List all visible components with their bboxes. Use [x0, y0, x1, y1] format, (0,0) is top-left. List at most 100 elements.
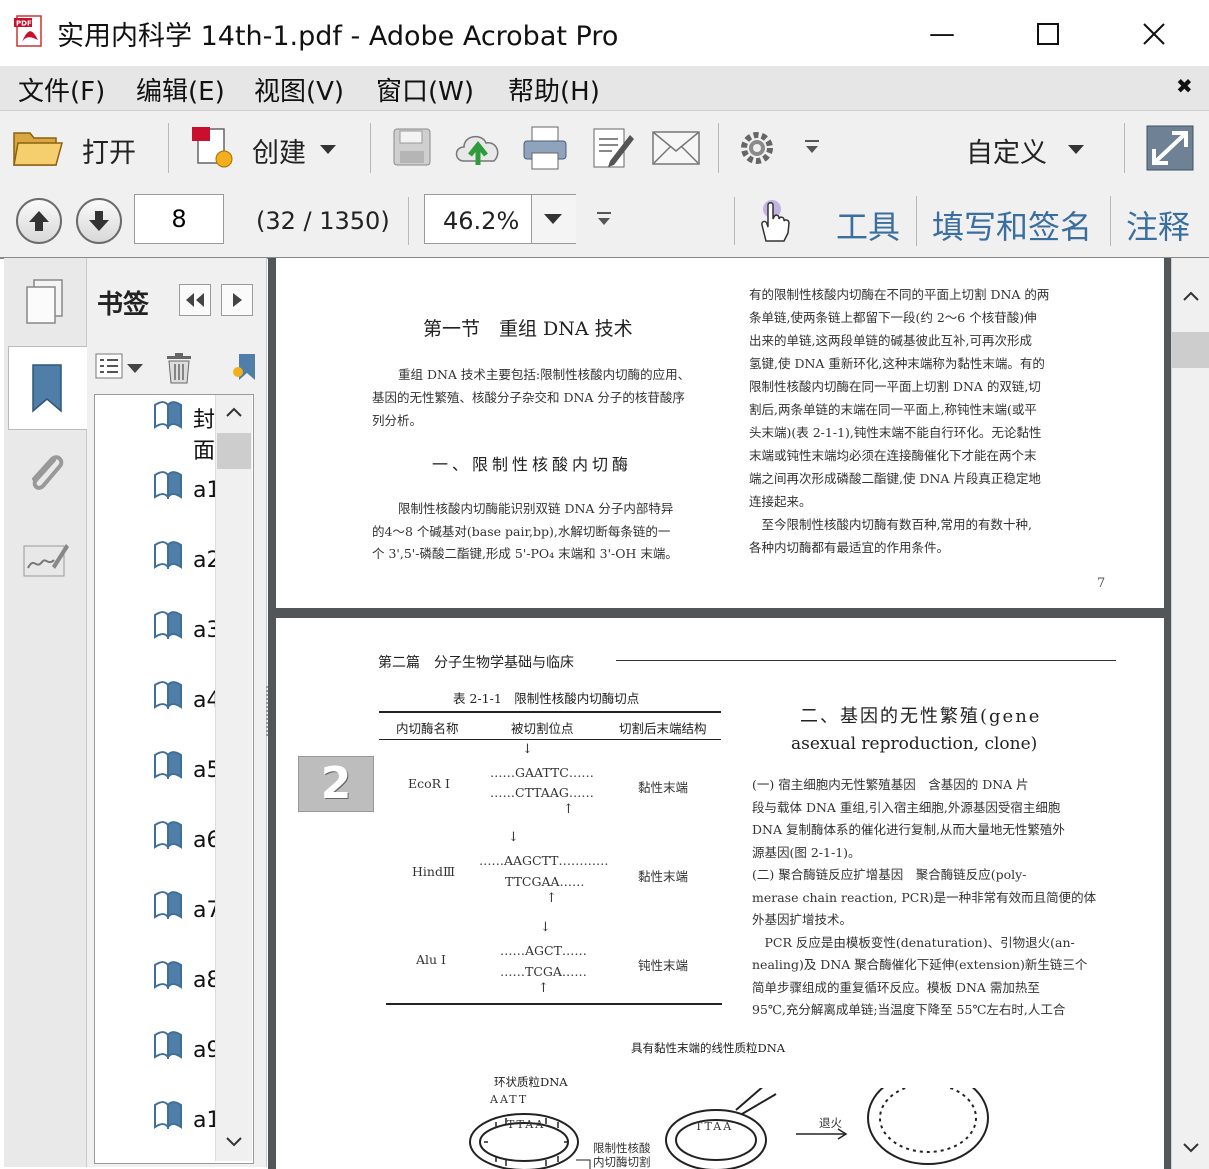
bookmark-label: a2: [193, 548, 221, 573]
body-line: 限制性核酸内切酶能识别双链 DNA 分子内部特异: [398, 501, 674, 516]
bookmark-label: a5: [193, 758, 221, 783]
body-line: 至今限制性核酸内切酶有数百种,常用的有数十种,: [749, 517, 1032, 532]
open-button[interactable]: 打开: [12, 123, 152, 173]
bookmark-scrollbar[interactable]: [215, 395, 252, 1161]
create-button[interactable]: 创建: [188, 123, 348, 173]
hand-tool-icon[interactable]: [754, 197, 794, 243]
bookmark-item[interactable]: a9: [95, 1027, 220, 1097]
bookmark-item[interactable]: 封面: [95, 397, 215, 467]
svg-text:PDF: PDF: [16, 20, 32, 28]
bookmarks-title: 书签: [97, 290, 150, 320]
document-scrollbar[interactable]: [1171, 258, 1209, 1169]
fill-sign-pane-link[interactable]: 填写和签名: [932, 202, 1092, 248]
body-line: 95℃,充分解离成单链;当温度下降至 55℃左右时,人工合: [752, 1002, 1066, 1017]
more-tools-icon[interactable]: [804, 139, 820, 155]
comment-pane-link[interactable]: 注释: [1126, 202, 1190, 248]
toolbar-divider: [718, 123, 719, 173]
collapse-panel-button[interactable]: [179, 284, 211, 316]
print-icon[interactable]: [522, 125, 568, 171]
table-top-rule: [379, 711, 721, 713]
menu-window[interactable]: 窗口(W): [376, 71, 474, 108]
gear-icon[interactable]: [738, 129, 776, 167]
trash-icon[interactable]: [165, 352, 193, 384]
save-icon[interactable]: [392, 127, 432, 167]
zoom-dropdown-button[interactable]: [531, 195, 576, 243]
bookmark-label: a3: [193, 618, 221, 643]
bookmark-scroll-thumb[interactable]: [217, 433, 251, 469]
options-menu-icon[interactable]: [95, 352, 147, 382]
next-page-button[interactable]: [76, 198, 122, 244]
body-line: 个 3',5'-磷酸二酯键,形成 5'-PO₄ 末端和 3'-OH 末端。: [372, 546, 678, 561]
table-cell-end: 钝性末端: [638, 958, 689, 973]
body-line: 有的限制性核酸内切酶在不同的平面上切割 DNA 的两: [749, 287, 1050, 302]
pdf-file-icon: PDF: [14, 15, 42, 47]
body-line: 外基因扩增技术。: [752, 912, 853, 927]
email-icon[interactable]: [652, 131, 700, 165]
bookmark-icon: [154, 401, 182, 429]
bookmark-item[interactable]: a7: [95, 887, 220, 957]
close-document-button[interactable]: ✖: [1176, 74, 1193, 98]
previous-page-button[interactable]: [16, 198, 62, 244]
close-window-button[interactable]: [1134, 14, 1174, 54]
menu-view[interactable]: 视图(V): [254, 71, 344, 108]
paperclip-icon[interactable]: [24, 450, 68, 496]
maximize-icon: [1037, 23, 1059, 45]
table-cell-site: ……AAGCTT…………: [479, 853, 609, 868]
menu-bar: 文件(F) 编辑(E) 视图(V) 窗口(W) 帮助(H) ✖: [0, 66, 1209, 110]
minimize-button[interactable]: —: [922, 14, 962, 54]
chevron-down-icon[interactable]: [1182, 1142, 1200, 1154]
create-label: 创建: [252, 138, 306, 169]
bookmark-label: a8: [193, 968, 221, 993]
bookmark-ribbon-icon: [32, 364, 62, 413]
zoom-combobox[interactable]: 46.2%: [424, 194, 576, 244]
menu-help[interactable]: 帮助(H): [508, 71, 600, 108]
body-line: 连接起来。: [749, 494, 812, 509]
more-nav-tools-icon[interactable]: [596, 211, 612, 227]
bookmark-item[interactable]: a6: [95, 817, 220, 887]
bookmark-item[interactable]: a1: [95, 1097, 220, 1163]
new-bookmark-icon[interactable]: [233, 352, 255, 382]
document-scroll-thumb[interactable]: [1172, 332, 1209, 368]
edit-icon[interactable]: [590, 125, 636, 171]
document-view[interactable]: 第一节 重组 DNA 技术 重组 DNA 技术主要包括:限制性核酸内切酶的应用、…: [268, 258, 1171, 1169]
page-number-input[interactable]: [134, 194, 224, 244]
bookmark-icon: [154, 891, 182, 919]
chevron-up-icon[interactable]: [1182, 290, 1200, 302]
toolbar-divider: [1124, 123, 1125, 173]
tools-pane-link[interactable]: 工具: [836, 202, 900, 248]
expand-icon[interactable]: [1146, 125, 1194, 171]
bookmarks-tab[interactable]: [8, 346, 87, 430]
page-number: 7: [1097, 576, 1106, 591]
intro-line: 基因的无性繁殖、核酸分子杂交和 DNA 分子的核苷酸序: [372, 390, 685, 405]
header-rule: [616, 660, 1116, 661]
close-icon: [1143, 23, 1165, 45]
part-header: 第二篇 分子生物学基础与临床: [378, 655, 574, 671]
signature-icon[interactable]: [22, 540, 70, 582]
sequence-label: TTAA: [507, 1118, 546, 1131]
table-header: 被切割位点: [511, 721, 574, 736]
intro-line: 列分析。: [372, 413, 423, 428]
chevron-down-icon: [1068, 145, 1084, 154]
body-line: 头末端)(表 2-1-1),钝性末端不能自行环化。无论黏性: [749, 425, 1042, 440]
customize-dropdown[interactable]: 自定义: [966, 131, 1096, 171]
maximize-button[interactable]: [1028, 14, 1068, 54]
table-cell-site: TTCGAA……: [505, 874, 585, 889]
body-line: PCR 反应是由模板变性(denaturation)、引物退火(an-: [752, 934, 1075, 950]
bookmark-item[interactable]: a2: [95, 537, 221, 607]
body-line: (一) 宿主细胞内无性繁殖基因 含基因的 DNA 片: [752, 777, 1029, 792]
bookmark-item[interactable]: a1: [95, 467, 220, 537]
body-line: 的4～8 个碱基对(base pair,bp),水解切断每条链的一: [372, 524, 671, 539]
plasmid-diagram: [469, 1088, 989, 1169]
toolbar-divider: [168, 123, 169, 173]
expand-panel-button[interactable]: [221, 284, 253, 316]
menu-edit[interactable]: 编辑(E): [136, 71, 225, 108]
bookmark-item[interactable]: a8: [95, 957, 221, 1027]
page-thumbnails-icon[interactable]: [24, 278, 66, 326]
cloud-upload-icon[interactable]: [452, 125, 504, 169]
bookmark-item[interactable]: a5: [95, 747, 221, 817]
bookmark-item[interactable]: a4: [95, 677, 220, 747]
menu-file[interactable]: 文件(F): [18, 71, 105, 108]
chevron-down-icon: [226, 1137, 242, 1147]
bookmark-item[interactable]: a3: [95, 607, 221, 677]
toolbar-divider: [408, 197, 409, 245]
